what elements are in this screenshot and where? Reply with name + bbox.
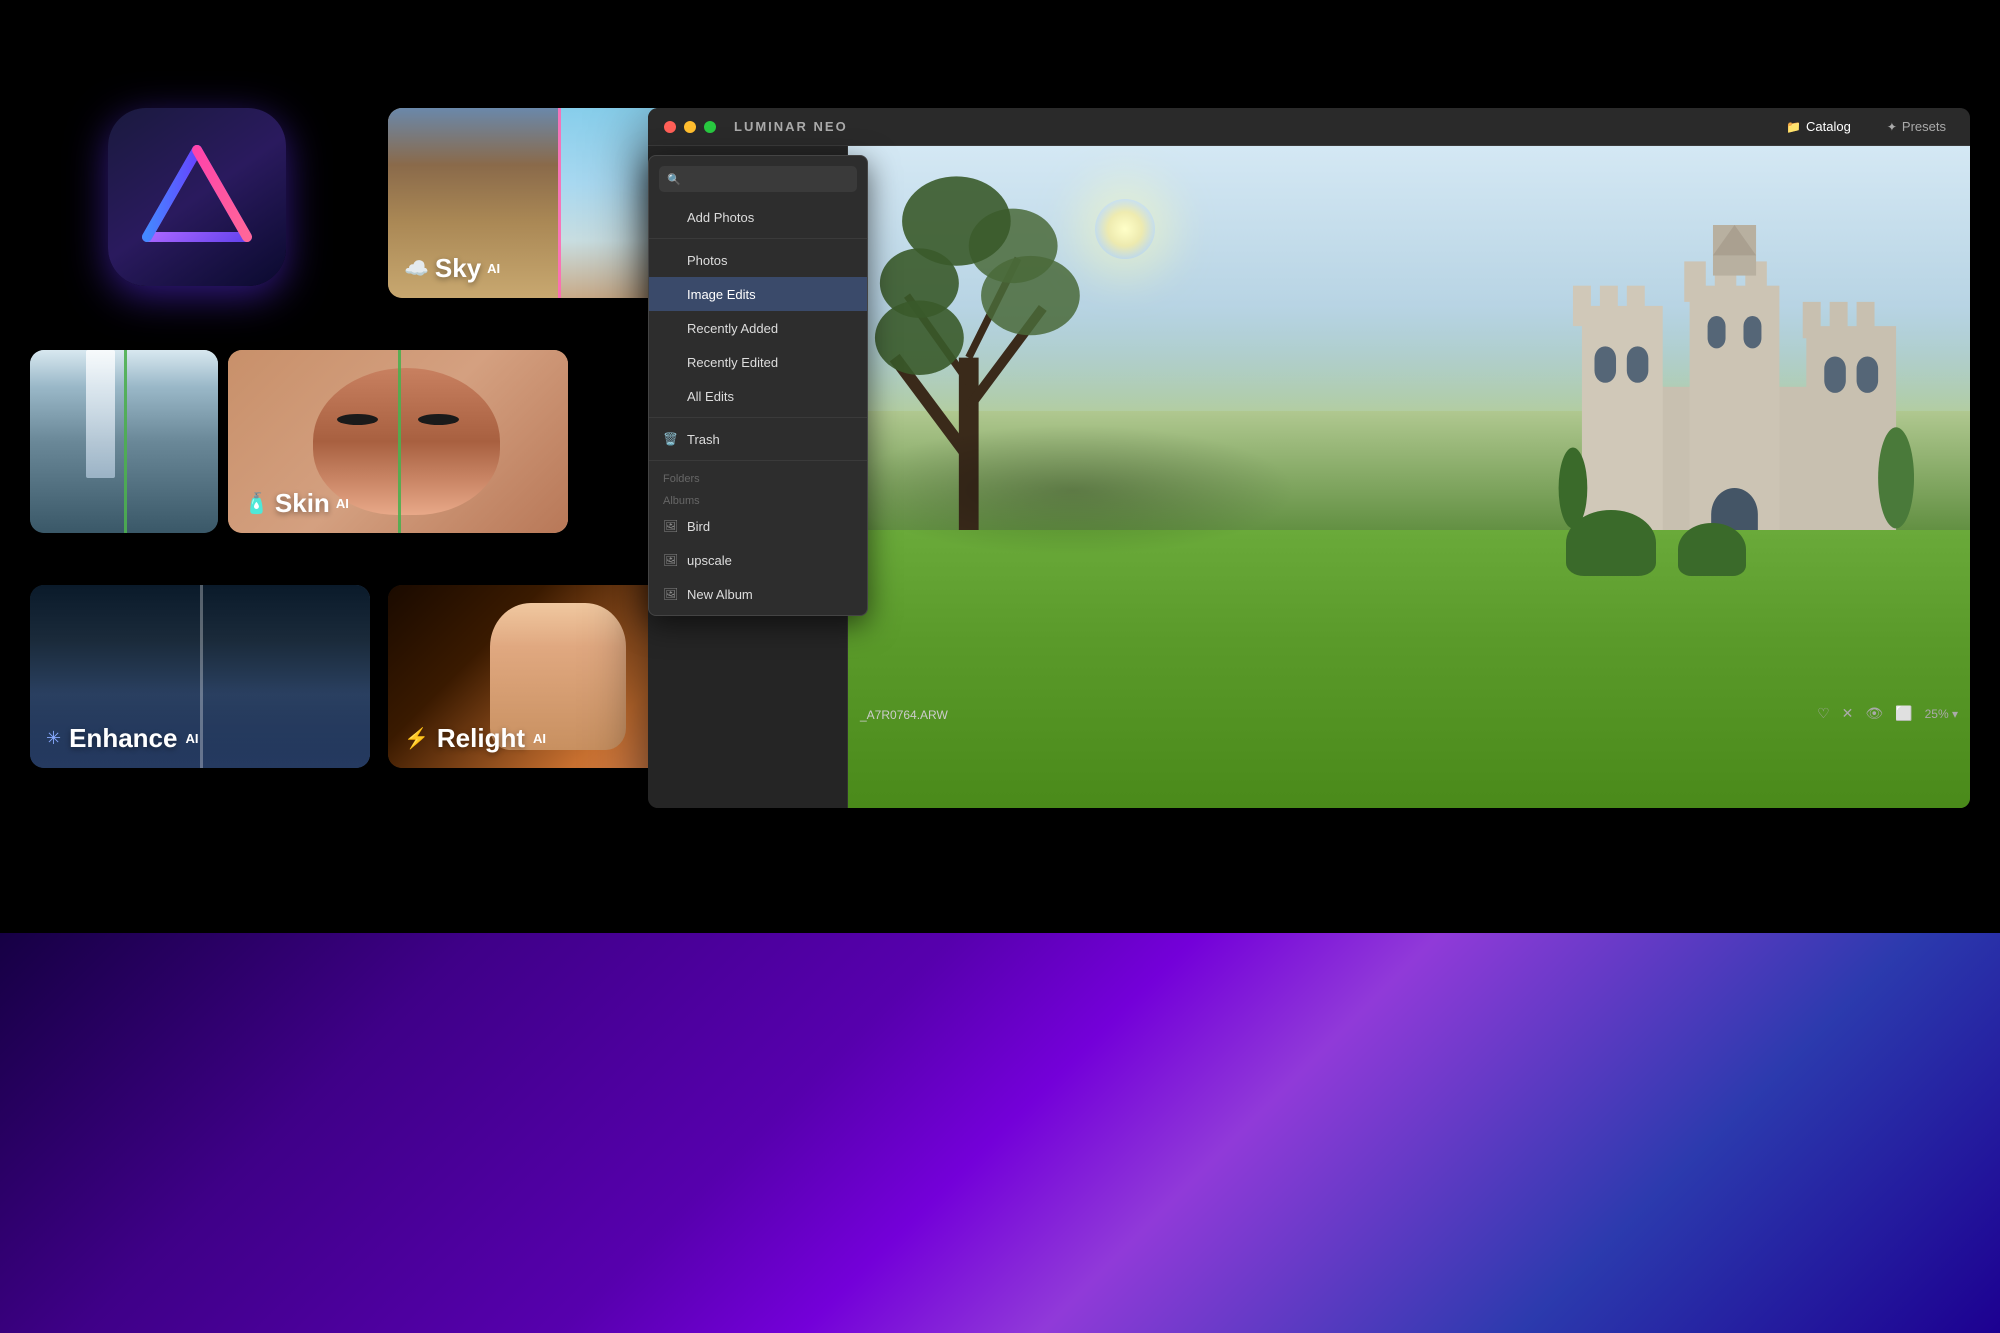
menu-item-album-upscale[interactable]: 🖼 upscale [649, 543, 867, 577]
photo-display [848, 146, 1970, 808]
enhance-card: ✳ Enhance AI [30, 585, 370, 768]
menu-search-icon: 🔍 [667, 173, 681, 186]
menu-trash-label: Trash [687, 432, 720, 447]
app-title: LUMINAR NEO [734, 119, 848, 134]
sky-card-label: ☁️ Sky AI [404, 253, 500, 284]
reject-icon[interactable]: ✕ [1842, 705, 1854, 722]
filename-label: _A7R0764.ARW [860, 708, 948, 722]
waterfall-fall [86, 350, 114, 478]
menu-item-image-edits[interactable]: Image Edits [649, 277, 867, 311]
menu-divider-1 [649, 238, 867, 239]
compare-icon[interactable]: ⬜ [1895, 705, 1912, 722]
menu-item-add-photos[interactable]: Add Photos [649, 200, 867, 234]
skin-label-text: Skin [275, 488, 330, 519]
menu-upscale-label: upscale [687, 553, 732, 568]
menu-add-photos-label: Add Photos [687, 210, 754, 225]
catalog-tab[interactable]: 📁 Catalog [1778, 115, 1859, 138]
relight-bolt-icon: ⚡ [404, 726, 429, 751]
menu-bird-label: Bird [687, 519, 710, 534]
menu-upscale-icon: 🖼 [663, 553, 679, 567]
gradient-background [0, 933, 2000, 1333]
sky-cloud-icon: ☁️ [404, 256, 429, 281]
title-bar-left: LUMINAR NEO [664, 119, 848, 134]
skin-card: 🧴 Skin AI [228, 350, 568, 533]
skin-split-line [398, 350, 401, 533]
photo-bush-right [1678, 523, 1745, 576]
menu-folders-label: Folders [649, 465, 867, 487]
sky-ai-suffix: AI [487, 261, 500, 276]
menu-item-album-new[interactable]: 🖼 New Album [649, 577, 867, 611]
menu-search[interactable]: 🔍 [659, 166, 857, 192]
catalog-tab-label: Catalog [1806, 119, 1851, 134]
menu-recently-edited-label: Recently Edited [687, 355, 778, 370]
enhance-ai-suffix: AI [185, 731, 198, 746]
menu-bird-icon: 🖼 [663, 519, 679, 533]
presets-icon: ✦ [1887, 120, 1897, 134]
skin-lotion-icon: 🧴 [244, 491, 269, 516]
enhance-split-line [200, 585, 203, 768]
menu-divider-3 [649, 460, 867, 461]
menu-albums-label: Albums [649, 487, 867, 509]
menu-item-all-edits[interactable]: All Edits [649, 379, 867, 413]
zoom-level: 25% ▾ [1925, 707, 1958, 721]
sky-label-text: Sky [435, 253, 481, 284]
close-button[interactable] [664, 121, 676, 133]
menu-recently-added-label: Recently Added [687, 321, 778, 336]
photo-lawn-shadow [848, 424, 1297, 556]
menu-divider-2 [649, 417, 867, 418]
photo-lawn [848, 530, 1970, 808]
menu-new-album-label: New Album [687, 587, 753, 602]
photo-bush-left [1566, 510, 1656, 576]
context-menu: 🔍 Add Photos Photos Image Edits Recently… [648, 155, 868, 616]
menu-item-recently-edited[interactable]: Recently Edited [649, 345, 867, 379]
relight-label-text: Relight [437, 723, 525, 754]
eye-right [418, 414, 459, 425]
enhance-label-text: Enhance [69, 723, 177, 754]
title-bar: LUMINAR NEO 📁 Catalog ✦ Presets [648, 108, 1970, 146]
relight-ai-suffix: AI [533, 731, 546, 746]
waterfall-split-line [124, 350, 127, 533]
presets-tab-label: Presets [1902, 119, 1946, 134]
menu-image-edits-label: Image Edits [687, 287, 756, 302]
title-bar-right: 📁 Catalog ✦ Presets [1778, 115, 1954, 138]
enhance-sparkle-icon: ✳ [46, 728, 61, 749]
visibility-icon[interactable]: 👁 [1865, 705, 1883, 722]
maximize-button[interactable] [704, 121, 716, 133]
menu-item-album-bird[interactable]: 🖼 Bird [649, 509, 867, 543]
eye-left [337, 414, 378, 425]
menu-item-recently-added[interactable]: Recently Added [649, 311, 867, 345]
skin-card-label: 🧴 Skin AI [244, 488, 349, 519]
menu-trash-icon: 🗑️ [663, 432, 679, 446]
app-icon [108, 108, 286, 286]
main-photo-area: _A7R0764.ARW ♡ ✕ 👁 ⬜ 25% ▾ [848, 146, 1970, 808]
menu-all-edits-label: All Edits [687, 389, 734, 404]
enhance-card-label: ✳ Enhance AI [46, 723, 198, 754]
waterfall-card [30, 350, 218, 533]
minimize-button[interactable] [684, 121, 696, 133]
catalog-icon: 📁 [1786, 120, 1801, 134]
relight-card-label: ⚡ Relight AI [404, 723, 546, 754]
skin-ai-suffix: AI [336, 496, 349, 511]
favorite-icon[interactable]: ♡ [1817, 705, 1830, 722]
menu-item-photos[interactable]: Photos [649, 243, 867, 277]
sky-split-line [558, 108, 561, 298]
presets-tab[interactable]: ✦ Presets [1879, 115, 1954, 138]
menu-new-album-icon: 🖼 [663, 587, 679, 601]
menu-photos-label: Photos [687, 253, 727, 268]
menu-item-trash[interactable]: 🗑️ Trash [649, 422, 867, 456]
bottom-controls: ♡ ✕ 👁 ⬜ 25% ▾ [1817, 705, 1958, 722]
